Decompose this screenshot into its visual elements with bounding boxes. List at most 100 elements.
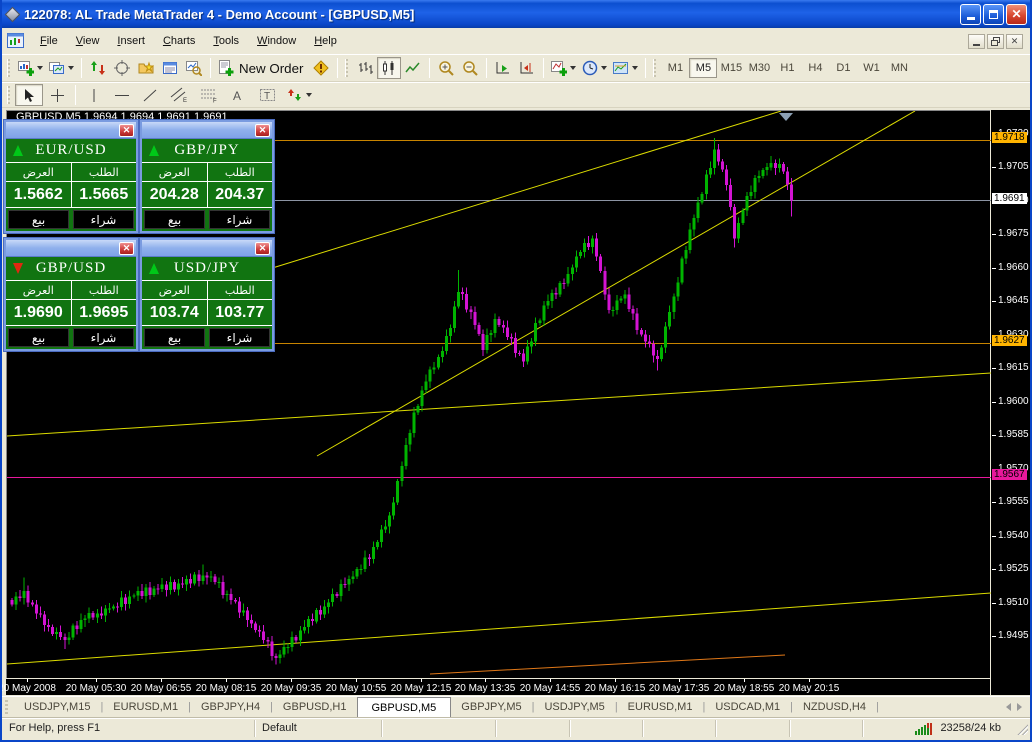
- quote-panel-close-button[interactable]: ✕: [255, 124, 270, 137]
- tab-scroll-right-icon[interactable]: [1017, 703, 1022, 711]
- toolbar-grip[interactable]: [7, 86, 10, 104]
- toolbar-grip[interactable]: [653, 59, 656, 77]
- navigator-button[interactable]: [134, 57, 158, 79]
- maximize-button[interactable]: [983, 4, 1004, 25]
- indicators-icon: [551, 60, 567, 76]
- cursor-tool-button[interactable]: [15, 84, 43, 106]
- text-tool-button[interactable]: A: [224, 84, 252, 106]
- quote-panel-close-button[interactable]: ✕: [255, 242, 270, 255]
- quote-panel-titlebar[interactable]: ✕: [142, 122, 272, 139]
- market-watch-button[interactable]: [86, 57, 110, 79]
- expert-advisors-button[interactable]: [309, 57, 333, 79]
- chart-tab-gbpusd-m5[interactable]: GBPUSD,M5: [357, 697, 452, 717]
- buy-button[interactable]: شراء: [73, 328, 134, 347]
- chevron-down-icon: [37, 66, 43, 70]
- indicators-button[interactable]: [548, 57, 579, 79]
- strategy-tester-button[interactable]: [182, 57, 206, 79]
- buy-button[interactable]: شراء: [73, 210, 134, 229]
- child-restore-button[interactable]: [987, 34, 1004, 49]
- terminal-button[interactable]: [158, 57, 182, 79]
- periods-button[interactable]: [579, 57, 610, 79]
- menu-help[interactable]: Help: [305, 32, 346, 50]
- timeframe-d1-button[interactable]: D1: [829, 58, 857, 78]
- new-chart-button[interactable]: [15, 57, 46, 79]
- sell-button[interactable]: بيع: [144, 328, 205, 347]
- fibonacci-tool-button[interactable]: F: [194, 84, 224, 106]
- toolbar-grip[interactable]: [7, 59, 10, 77]
- minimize-button[interactable]: [960, 4, 981, 25]
- quote-panel-titlebar[interactable]: ✕: [6, 240, 136, 257]
- profiles-button[interactable]: [46, 57, 77, 79]
- chart-tab-usdjpy-m5[interactable]: USDJPY,M5: [534, 697, 614, 717]
- arrows-tool-button[interactable]: [282, 84, 316, 106]
- zoom-in-button[interactable]: [434, 57, 458, 79]
- chart-tab-usdjpy-m15[interactable]: USDJPY,M15: [14, 697, 100, 717]
- toolbar-grip[interactable]: [345, 59, 348, 77]
- tabbar-grip[interactable]: [5, 700, 8, 714]
- bid-label: العرض: [142, 281, 208, 299]
- candlestick-chart-button[interactable]: [377, 57, 401, 79]
- ask-label: الطلب: [208, 281, 273, 299]
- buy-button[interactable]: شراء: [209, 210, 270, 229]
- zoom-out-button[interactable]: [458, 57, 482, 79]
- menu-file[interactable]: File: [31, 32, 67, 50]
- bar-chart-button[interactable]: [353, 57, 377, 79]
- chart-tab-eurusd-m1[interactable]: EURUSD,M1: [103, 697, 188, 717]
- chart-tab-gbpusd-h1[interactable]: GBPUSD,H1: [273, 697, 357, 717]
- close-button[interactable]: ✕: [1006, 4, 1027, 25]
- menu-insert[interactable]: Insert: [108, 32, 154, 50]
- vertical-line-tool-button[interactable]: [80, 84, 108, 106]
- timeframe-m1-button[interactable]: M1: [661, 58, 689, 78]
- child-close-button[interactable]: ✕: [1006, 34, 1023, 49]
- quote-panel-titlebar[interactable]: ✕: [6, 122, 136, 139]
- chart-tab-usdcad-m1[interactable]: USDCAD,M1: [705, 697, 790, 717]
- chevron-down-icon: [632, 66, 638, 70]
- templates-button[interactable]: [610, 57, 641, 79]
- price-tick-label: 1.9540: [998, 530, 1029, 541]
- horizontal-line-tool-button[interactable]: [108, 84, 136, 106]
- text-label-tool-button[interactable]: T: [252, 84, 282, 106]
- quote-panel-close-button[interactable]: ✕: [119, 124, 134, 137]
- title-bar[interactable]: 122078: AL Trade MetaTrader 4 - Demo Acc…: [0, 0, 1032, 28]
- tab-scroll-left-icon[interactable]: [1006, 703, 1011, 711]
- menu-view[interactable]: View: [67, 32, 109, 50]
- menu-tools[interactable]: Tools: [204, 32, 248, 50]
- chart-tab-eurusd-m1[interactable]: EURUSD,M1: [618, 697, 703, 717]
- quote-panel-close-button[interactable]: ✕: [119, 242, 134, 255]
- timeframe-w1-button[interactable]: W1: [857, 58, 885, 78]
- chart-tab-gbpjpy-h4[interactable]: GBPJPY,H4: [191, 697, 270, 717]
- trend-up-icon: [13, 145, 23, 156]
- chart-tab-gbpjpy-m5[interactable]: GBPJPY,M5: [451, 697, 531, 717]
- trendline-tool-button[interactable]: [136, 84, 164, 106]
- channel-tool-button[interactable]: E: [164, 84, 194, 106]
- child-minimize-button[interactable]: [968, 34, 985, 49]
- line-chart-button[interactable]: [401, 57, 425, 79]
- chart-tab-nzdusd-h4[interactable]: NZDUSD,H4: [793, 697, 876, 717]
- timeframe-mn-button[interactable]: MN: [885, 58, 913, 78]
- timeframe-m5-button[interactable]: M5: [689, 58, 717, 78]
- auto-scroll-button[interactable]: [491, 57, 515, 79]
- timeframe-m15-button[interactable]: M15: [717, 58, 745, 78]
- timeframe-h1-button[interactable]: H1: [773, 58, 801, 78]
- quote-panel-titlebar[interactable]: ✕: [142, 240, 272, 257]
- new-order-button[interactable]: New Order: [215, 57, 309, 79]
- sell-button[interactable]: بيع: [8, 328, 69, 347]
- sell-button[interactable]: بيع: [144, 210, 205, 229]
- status-bar: For Help, press F1 Default 23258/24 kb: [2, 717, 1030, 738]
- menu-charts[interactable]: Charts: [154, 32, 204, 50]
- timeframe-h4-button[interactable]: H4: [801, 58, 829, 78]
- resize-grip[interactable]: [1015, 722, 1028, 735]
- chart-shift-button[interactable]: [515, 57, 539, 79]
- chart-magnifier-icon: [186, 60, 202, 76]
- time-axis[interactable]: 20 May 200820 May 05:3020 May 06:5520 Ma…: [6, 679, 990, 695]
- data-window-button[interactable]: [110, 57, 134, 79]
- candlestick-icon: [381, 60, 397, 76]
- connection-bars-icon: [914, 722, 934, 735]
- timeframe-m30-button[interactable]: M30: [745, 58, 773, 78]
- crosshair-tool-button[interactable]: [43, 84, 71, 106]
- buy-button[interactable]: شراء: [209, 328, 270, 347]
- price-axis[interactable]: 1.97201.97051.96901.96751.96601.96451.96…: [991, 110, 1030, 695]
- vertical-line-icon: [87, 88, 101, 103]
- menu-window[interactable]: Window: [248, 32, 305, 50]
- sell-button[interactable]: بيع: [8, 210, 69, 229]
